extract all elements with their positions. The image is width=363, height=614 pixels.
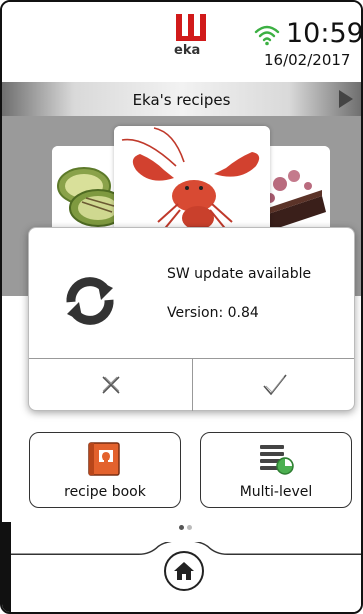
multi-level-button[interactable]: Multi-level <box>200 432 352 508</box>
multi-level-icon <box>260 445 294 475</box>
dialog-version: Version: 0.84 <box>167 305 259 321</box>
eka-logo: eka <box>172 14 212 66</box>
brand-name: eka <box>174 43 201 58</box>
wifi-icon <box>254 25 280 46</box>
dialog-title: SW update available <box>167 266 312 282</box>
close-icon <box>101 376 120 394</box>
checkmark-icon <box>262 374 287 396</box>
multi-level-label: Multi-level <box>239 484 313 500</box>
page-dot-active <box>179 525 184 530</box>
frame-edge <box>2 522 11 612</box>
arrow-right-icon[interactable] <box>339 90 353 108</box>
page-indicator <box>179 525 195 531</box>
device-frame: eka 10:59 16/02/2017 Eka's recipes recip… <box>0 0 363 614</box>
header-title: Eka's recipes <box>132 91 231 109</box>
confirm-button[interactable] <box>193 359 356 411</box>
home-button[interactable] <box>164 551 204 591</box>
page-dot-inactive <box>187 525 192 530</box>
cancel-button[interactable] <box>29 359 192 411</box>
clock-time: 10:59 <box>286 18 363 49</box>
clock-date: 16/02/2017 <box>264 51 351 69</box>
recipe-book-icon <box>88 442 120 476</box>
update-dialog: SW update available Version: 0.84 <box>28 227 355 411</box>
refresh-icon <box>66 277 114 325</box>
status-bar: eka 10:59 16/02/2017 <box>2 2 361 82</box>
recipes-header[interactable]: Eka's recipes <box>2 82 361 116</box>
recipe-book-label: recipe book <box>64 484 146 500</box>
home-icon <box>174 562 194 580</box>
recipe-book-button[interactable]: recipe book <box>29 432 181 508</box>
